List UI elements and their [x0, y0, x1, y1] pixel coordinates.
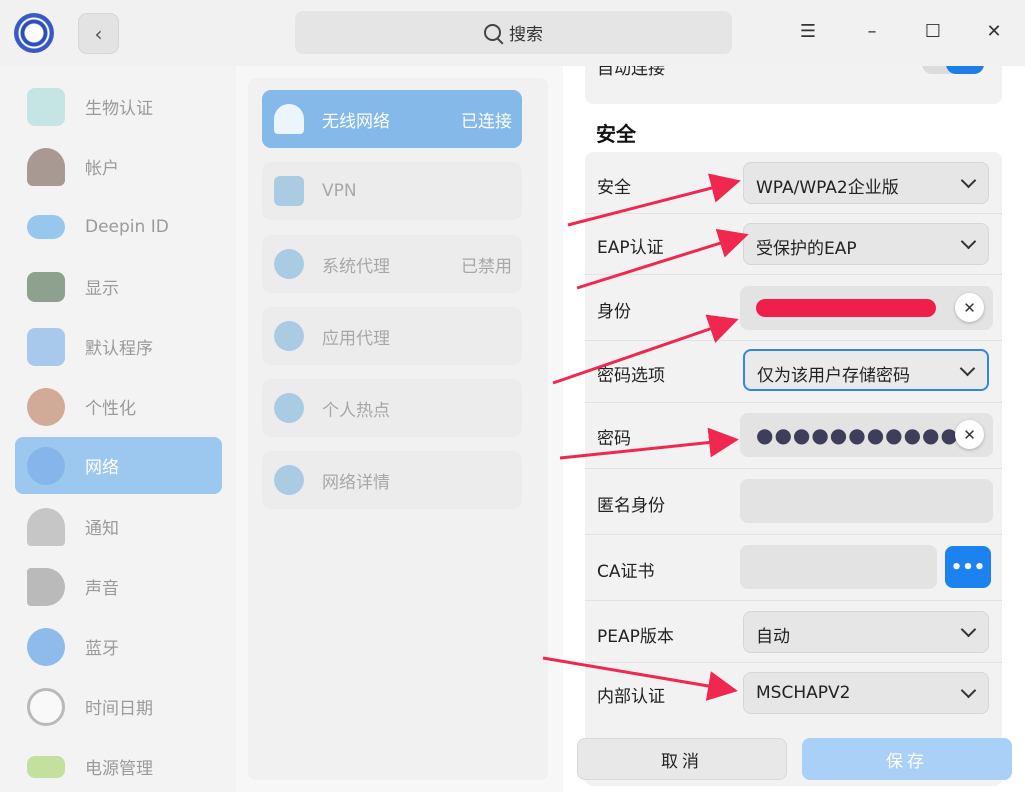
network-icon — [27, 446, 65, 485]
divider — [585, 340, 1002, 341]
anonymous-identity-label: 匿名身份 — [597, 496, 665, 516]
network-item-details[interactable]: 网络详情 — [262, 451, 522, 509]
default-apps-icon — [27, 327, 65, 366]
sidebar-item-display[interactable]: 显示 — [15, 258, 222, 315]
network-item-app-proxy[interactable]: 应用代理 — [262, 307, 522, 365]
bell-icon — [27, 507, 65, 546]
sidebar: 生物认证 帐户 Deepin ID 显示 默认程序 个性化 网络 通知 声音 蓝… — [0, 66, 236, 792]
speaker-icon — [27, 567, 65, 606]
clock-icon — [27, 687, 65, 726]
save-button[interactable]: 保存 — [802, 738, 1012, 780]
ca-cert-browse-button[interactable]: ••• — [945, 546, 991, 588]
wifi-icon — [274, 104, 304, 134]
network-category-list: 无线网络 已连接 VPN 系统代理 已禁用 应用代理 个人热点 网络详情 — [248, 78, 548, 780]
ca-cert-input[interactable] — [740, 545, 937, 589]
chevron-down-icon — [960, 682, 977, 699]
anonymous-identity-input[interactable] — [740, 479, 993, 523]
sidebar-item-default-apps[interactable]: 默认程序 — [15, 318, 222, 375]
maximize-icon[interactable]: ☐ — [921, 20, 945, 44]
sidebar-item-date-time[interactable]: 时间日期 — [15, 678, 222, 735]
chevron-down-icon — [959, 360, 976, 377]
chevron-left-icon: ‹ — [94, 21, 103, 46]
divider — [585, 468, 1002, 469]
search-box[interactable]: 搜索 — [295, 11, 732, 54]
redaction-mark — [756, 299, 936, 317]
close-icon[interactable]: ✕ — [982, 20, 1006, 44]
peap-version-select[interactable]: 自动 — [743, 611, 989, 653]
auto-connect-switch[interactable] — [922, 66, 984, 74]
hotspot-icon — [274, 393, 304, 423]
sidebar-item-personalization[interactable]: 个性化 — [15, 378, 222, 435]
monitor-icon — [27, 271, 65, 302]
divider — [585, 600, 1002, 601]
palette-icon — [27, 387, 65, 426]
sidebar-item-accounts[interactable]: 帐户 — [15, 138, 222, 195]
network-item-vpn[interactable]: VPN — [262, 162, 522, 220]
network-item-wireless[interactable]: 无线网络 已连接 — [262, 90, 522, 148]
eap-select[interactable]: 受保护的EAP — [743, 223, 989, 265]
vpn-icon — [274, 176, 304, 206]
identity-input[interactable]: ✕ — [740, 286, 993, 330]
sidebar-item-sound[interactable]: 声音 — [15, 558, 222, 615]
user-icon — [27, 147, 65, 186]
network-item-system-proxy[interactable]: 系统代理 已禁用 — [262, 235, 522, 293]
password-input[interactable]: ●●●●●●●●●●● ✕ — [740, 413, 993, 457]
info-icon — [274, 465, 304, 495]
auto-connect-row: 自动连接 — [585, 66, 1002, 104]
bluetooth-icon — [27, 627, 65, 666]
system-proxy-icon — [274, 249, 304, 279]
chevron-down-icon — [960, 621, 977, 638]
security-label: 安全 — [597, 178, 631, 198]
peap-version-label: PEAP版本 — [597, 627, 674, 647]
back-button[interactable]: ‹ — [78, 13, 119, 54]
divider — [585, 402, 1002, 403]
cloud-icon — [27, 214, 65, 239]
app-proxy-icon — [274, 321, 304, 351]
security-form: 安全 WPA/WPA2企业版 EAP认证 受保护的EAP 身份 ✕ 密码选项 仅… — [585, 152, 1002, 786]
search-placeholder: 搜索 — [509, 25, 543, 45]
password-label: 密码 — [597, 429, 631, 449]
clear-identity-button[interactable]: ✕ — [955, 293, 984, 322]
divider — [585, 213, 1002, 214]
menu-icon[interactable]: ☰ — [796, 20, 820, 44]
ca-cert-label: CA证书 — [597, 562, 655, 582]
sidebar-item-deepin-id[interactable]: Deepin ID — [15, 198, 222, 255]
password-mask: ●●●●●●●●●●● — [756, 423, 959, 447]
sidebar-item-network[interactable]: 网络 — [15, 437, 222, 494]
title-bar: ‹ 搜索 ☰ – ☐ ✕ — [0, 0, 1025, 66]
inner-auth-select[interactable]: MSCHAPV2 — [743, 672, 989, 714]
divider — [585, 534, 1002, 535]
security-select[interactable]: WPA/WPA2企业版 — [743, 162, 989, 204]
divider — [585, 274, 1002, 275]
control-center-logo-icon — [14, 13, 54, 53]
identity-label: 身份 — [597, 302, 631, 322]
close-icon: ✕ — [963, 298, 976, 317]
clear-password-button[interactable]: ✕ — [955, 420, 984, 449]
eap-label: EAP认证 — [597, 238, 664, 258]
close-icon: ✕ — [963, 425, 976, 444]
password-option-select[interactable]: 仅为该用户存储密码 — [743, 349, 989, 391]
chevron-down-icon — [960, 233, 977, 250]
sidebar-item-biometric[interactable]: 生物认证 — [15, 78, 222, 135]
fingerprint-icon — [27, 87, 65, 126]
battery-icon — [27, 755, 65, 778]
auto-connect-label: 自动连接 — [597, 66, 665, 79]
chevron-down-icon — [960, 172, 977, 189]
sidebar-item-notifications[interactable]: 通知 — [15, 498, 222, 555]
search-icon — [484, 24, 501, 41]
minimize-icon[interactable]: – — [860, 20, 884, 44]
sidebar-item-power[interactable]: 电源管理 — [15, 738, 222, 792]
control-center-window: ‹ 搜索 ☰ – ☐ ✕ 生物认证 帐户 Deepin ID 显示 默认程序 个… — [0, 0, 1025, 792]
inner-auth-label: 内部认证 — [597, 687, 665, 707]
sidebar-item-bluetooth[interactable]: 蓝牙 — [15, 618, 222, 675]
cancel-button[interactable]: 取消 — [577, 738, 787, 780]
password-option-label: 密码选项 — [597, 366, 665, 386]
network-item-hotspot[interactable]: 个人热点 — [262, 379, 522, 437]
divider — [585, 662, 1002, 663]
security-section-title: 安全 — [596, 122, 636, 146]
wireless-settings-pane: 自动连接 安全 安全 WPA/WPA2企业版 EAP认证 受保护的EAP 身份 — [563, 66, 1025, 792]
